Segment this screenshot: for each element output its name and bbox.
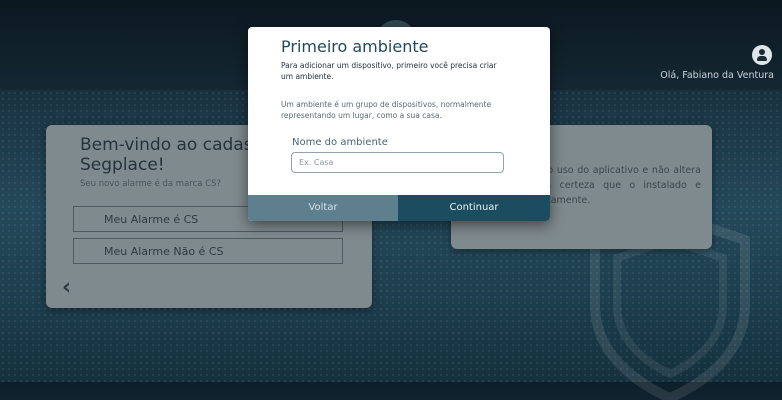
dialog-help-text: Um ambiente é um grupo de dispositivos, … bbox=[281, 100, 492, 120]
dialog-description: Para adicionar um dispositivo, primeiro … bbox=[281, 61, 497, 81]
chevron-left-icon[interactable]: ‹ bbox=[62, 275, 71, 300]
user-greeting: Olá, Fabiano da Ventura bbox=[660, 70, 774, 81]
back-button[interactable]: Voltar bbox=[248, 195, 398, 221]
environment-name-input[interactable] bbox=[291, 152, 504, 173]
continue-button[interactable]: Continuar bbox=[398, 195, 550, 221]
environment-name-label: Nome do ambiente bbox=[292, 137, 388, 148]
option-alarm-not-cs-button[interactable]: Meu Alarme Não é CS bbox=[73, 238, 343, 264]
dialog-title: Primeiro ambiente bbox=[281, 37, 429, 56]
first-environment-dialog: Primeiro ambiente Para adicionar um disp… bbox=[248, 27, 550, 221]
user-avatar-icon[interactable] bbox=[752, 45, 772, 65]
welcome-subtitle: Seu novo alarme é da marca CS? bbox=[80, 179, 222, 189]
